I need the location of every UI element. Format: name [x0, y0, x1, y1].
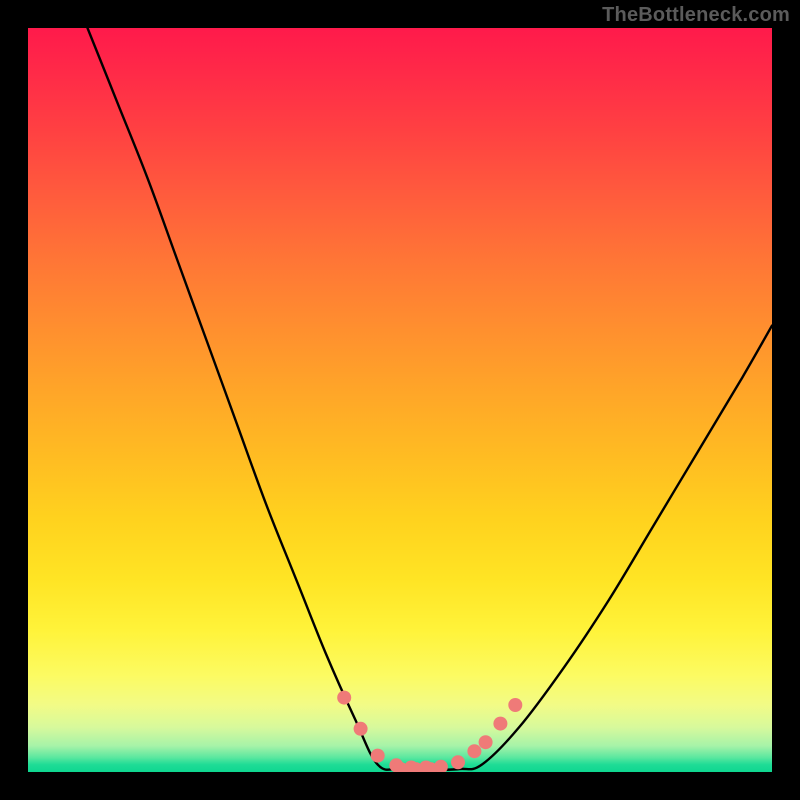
valley-marker — [508, 698, 522, 712]
valley-marker — [371, 749, 385, 763]
curve-path — [88, 28, 773, 770]
watermark-text: TheBottleneck.com — [602, 4, 790, 27]
valley-marker — [451, 755, 465, 769]
bottleneck-curve — [28, 28, 772, 772]
valley-floor-pill — [407, 762, 422, 772]
valley-marker — [337, 691, 351, 705]
valley-marker — [467, 744, 481, 758]
valley-marker — [479, 735, 493, 749]
valley-marker — [354, 722, 368, 736]
chart-frame: TheBottleneck.com — [0, 0, 800, 800]
plot-area — [28, 28, 772, 772]
valley-marker — [493, 717, 507, 731]
valley-floor-pill — [393, 762, 408, 772]
valley-floor-pill — [422, 762, 437, 772]
